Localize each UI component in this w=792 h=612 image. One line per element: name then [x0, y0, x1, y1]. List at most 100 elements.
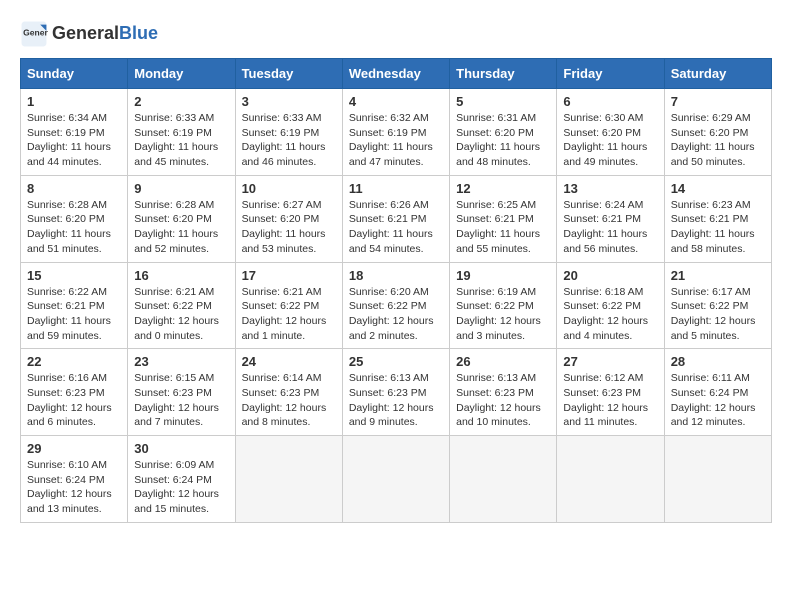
day-info: Sunrise: 6:22 AM Sunset: 6:21 PM Dayligh…: [27, 285, 121, 344]
day-number: 16: [134, 268, 228, 283]
day-cell-19: 19 Sunrise: 6:19 AM Sunset: 6:22 PM Dayl…: [450, 262, 557, 349]
day-info: Sunrise: 6:12 AM Sunset: 6:23 PM Dayligh…: [563, 371, 657, 430]
day-number: 29: [27, 441, 121, 456]
day-cell-20: 20 Sunrise: 6:18 AM Sunset: 6:22 PM Dayl…: [557, 262, 664, 349]
day-info: Sunrise: 6:16 AM Sunset: 6:23 PM Dayligh…: [27, 371, 121, 430]
day-cell-13: 13 Sunrise: 6:24 AM Sunset: 6:21 PM Dayl…: [557, 175, 664, 262]
day-number: 17: [242, 268, 336, 283]
weekday-header-saturday: Saturday: [664, 59, 771, 89]
weekday-header-sunday: Sunday: [21, 59, 128, 89]
day-info: Sunrise: 6:18 AM Sunset: 6:22 PM Dayligh…: [563, 285, 657, 344]
day-number: 19: [456, 268, 550, 283]
day-cell-15: 15 Sunrise: 6:22 AM Sunset: 6:21 PM Dayl…: [21, 262, 128, 349]
day-cell-26: 26 Sunrise: 6:13 AM Sunset: 6:23 PM Dayl…: [450, 349, 557, 436]
day-number: 6: [563, 94, 657, 109]
day-number: 14: [671, 181, 765, 196]
day-info: Sunrise: 6:33 AM Sunset: 6:19 PM Dayligh…: [134, 111, 228, 170]
day-cell-11: 11 Sunrise: 6:26 AM Sunset: 6:21 PM Dayl…: [342, 175, 449, 262]
day-number: 2: [134, 94, 228, 109]
day-number: 10: [242, 181, 336, 196]
day-info: Sunrise: 6:30 AM Sunset: 6:20 PM Dayligh…: [563, 111, 657, 170]
day-info: Sunrise: 6:24 AM Sunset: 6:21 PM Dayligh…: [563, 198, 657, 257]
page-header: General GeneralBlue: [20, 20, 772, 48]
day-info: Sunrise: 6:28 AM Sunset: 6:20 PM Dayligh…: [134, 198, 228, 257]
empty-cell: [450, 436, 557, 523]
day-cell-17: 17 Sunrise: 6:21 AM Sunset: 6:22 PM Dayl…: [235, 262, 342, 349]
day-info: Sunrise: 6:13 AM Sunset: 6:23 PM Dayligh…: [349, 371, 443, 430]
day-number: 21: [671, 268, 765, 283]
day-number: 26: [456, 354, 550, 369]
day-number: 22: [27, 354, 121, 369]
day-info: Sunrise: 6:33 AM Sunset: 6:19 PM Dayligh…: [242, 111, 336, 170]
day-info: Sunrise: 6:23 AM Sunset: 6:21 PM Dayligh…: [671, 198, 765, 257]
day-cell-24: 24 Sunrise: 6:14 AM Sunset: 6:23 PM Dayl…: [235, 349, 342, 436]
day-cell-6: 6 Sunrise: 6:30 AM Sunset: 6:20 PM Dayli…: [557, 89, 664, 176]
day-cell-4: 4 Sunrise: 6:32 AM Sunset: 6:19 PM Dayli…: [342, 89, 449, 176]
day-info: Sunrise: 6:20 AM Sunset: 6:22 PM Dayligh…: [349, 285, 443, 344]
day-number: 7: [671, 94, 765, 109]
day-cell-7: 7 Sunrise: 6:29 AM Sunset: 6:20 PM Dayli…: [664, 89, 771, 176]
calendar-table: SundayMondayTuesdayWednesdayThursdayFrid…: [20, 58, 772, 523]
day-info: Sunrise: 6:14 AM Sunset: 6:23 PM Dayligh…: [242, 371, 336, 430]
day-number: 25: [349, 354, 443, 369]
day-number: 5: [456, 94, 550, 109]
weekday-header-thursday: Thursday: [450, 59, 557, 89]
day-number: 30: [134, 441, 228, 456]
empty-cell: [342, 436, 449, 523]
day-number: 1: [27, 94, 121, 109]
empty-cell: [557, 436, 664, 523]
day-info: Sunrise: 6:32 AM Sunset: 6:19 PM Dayligh…: [349, 111, 443, 170]
logo-text: GeneralBlue: [52, 24, 158, 44]
day-number: 13: [563, 181, 657, 196]
day-info: Sunrise: 6:27 AM Sunset: 6:20 PM Dayligh…: [242, 198, 336, 257]
day-number: 23: [134, 354, 228, 369]
day-number: 24: [242, 354, 336, 369]
day-cell-16: 16 Sunrise: 6:21 AM Sunset: 6:22 PM Dayl…: [128, 262, 235, 349]
day-info: Sunrise: 6:26 AM Sunset: 6:21 PM Dayligh…: [349, 198, 443, 257]
day-cell-23: 23 Sunrise: 6:15 AM Sunset: 6:23 PM Dayl…: [128, 349, 235, 436]
day-info: Sunrise: 6:11 AM Sunset: 6:24 PM Dayligh…: [671, 371, 765, 430]
day-cell-8: 8 Sunrise: 6:28 AM Sunset: 6:20 PM Dayli…: [21, 175, 128, 262]
svg-text:General: General: [23, 28, 48, 38]
day-number: 27: [563, 354, 657, 369]
day-cell-12: 12 Sunrise: 6:25 AM Sunset: 6:21 PM Dayl…: [450, 175, 557, 262]
day-info: Sunrise: 6:17 AM Sunset: 6:22 PM Dayligh…: [671, 285, 765, 344]
day-cell-22: 22 Sunrise: 6:16 AM Sunset: 6:23 PM Dayl…: [21, 349, 128, 436]
day-info: Sunrise: 6:09 AM Sunset: 6:24 PM Dayligh…: [134, 458, 228, 517]
logo: General GeneralBlue: [20, 20, 158, 48]
day-cell-28: 28 Sunrise: 6:11 AM Sunset: 6:24 PM Dayl…: [664, 349, 771, 436]
day-number: 11: [349, 181, 443, 196]
day-info: Sunrise: 6:25 AM Sunset: 6:21 PM Dayligh…: [456, 198, 550, 257]
day-number: 28: [671, 354, 765, 369]
logo-icon: General: [20, 20, 48, 48]
day-info: Sunrise: 6:31 AM Sunset: 6:20 PM Dayligh…: [456, 111, 550, 170]
weekday-header-tuesday: Tuesday: [235, 59, 342, 89]
day-cell-25: 25 Sunrise: 6:13 AM Sunset: 6:23 PM Dayl…: [342, 349, 449, 436]
day-cell-1: 1 Sunrise: 6:34 AM Sunset: 6:19 PM Dayli…: [21, 89, 128, 176]
day-number: 3: [242, 94, 336, 109]
day-info: Sunrise: 6:15 AM Sunset: 6:23 PM Dayligh…: [134, 371, 228, 430]
day-info: Sunrise: 6:29 AM Sunset: 6:20 PM Dayligh…: [671, 111, 765, 170]
day-cell-18: 18 Sunrise: 6:20 AM Sunset: 6:22 PM Dayl…: [342, 262, 449, 349]
day-cell-27: 27 Sunrise: 6:12 AM Sunset: 6:23 PM Dayl…: [557, 349, 664, 436]
weekday-header-friday: Friday: [557, 59, 664, 89]
day-info: Sunrise: 6:34 AM Sunset: 6:19 PM Dayligh…: [27, 111, 121, 170]
empty-cell: [664, 436, 771, 523]
day-cell-10: 10 Sunrise: 6:27 AM Sunset: 6:20 PM Dayl…: [235, 175, 342, 262]
day-info: Sunrise: 6:21 AM Sunset: 6:22 PM Dayligh…: [134, 285, 228, 344]
day-info: Sunrise: 6:13 AM Sunset: 6:23 PM Dayligh…: [456, 371, 550, 430]
day-number: 12: [456, 181, 550, 196]
day-number: 15: [27, 268, 121, 283]
day-info: Sunrise: 6:19 AM Sunset: 6:22 PM Dayligh…: [456, 285, 550, 344]
day-number: 4: [349, 94, 443, 109]
day-cell-5: 5 Sunrise: 6:31 AM Sunset: 6:20 PM Dayli…: [450, 89, 557, 176]
day-cell-3: 3 Sunrise: 6:33 AM Sunset: 6:19 PM Dayli…: [235, 89, 342, 176]
day-info: Sunrise: 6:10 AM Sunset: 6:24 PM Dayligh…: [27, 458, 121, 517]
day-cell-14: 14 Sunrise: 6:23 AM Sunset: 6:21 PM Dayl…: [664, 175, 771, 262]
day-info: Sunrise: 6:28 AM Sunset: 6:20 PM Dayligh…: [27, 198, 121, 257]
day-number: 18: [349, 268, 443, 283]
day-info: Sunrise: 6:21 AM Sunset: 6:22 PM Dayligh…: [242, 285, 336, 344]
day-cell-2: 2 Sunrise: 6:33 AM Sunset: 6:19 PM Dayli…: [128, 89, 235, 176]
day-cell-21: 21 Sunrise: 6:17 AM Sunset: 6:22 PM Dayl…: [664, 262, 771, 349]
day-cell-29: 29 Sunrise: 6:10 AM Sunset: 6:24 PM Dayl…: [21, 436, 128, 523]
